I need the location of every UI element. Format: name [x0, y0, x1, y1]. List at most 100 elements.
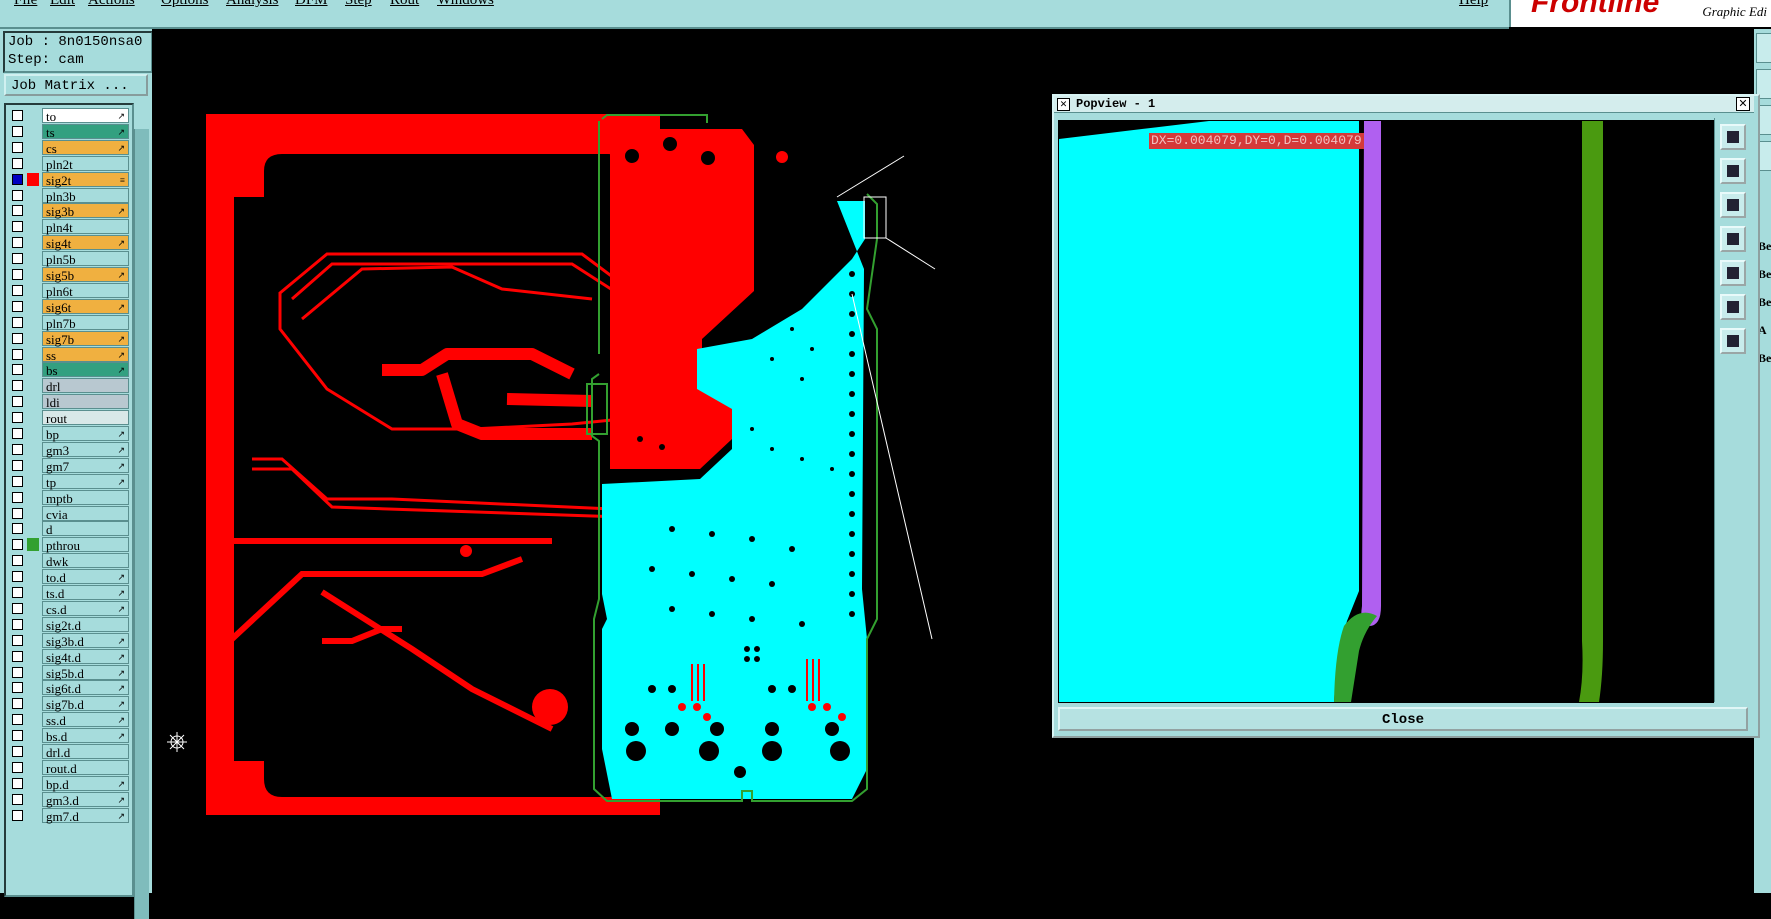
layer-row[interactable]: sig2t.d [6, 616, 129, 633]
layer-name[interactable]: bs.d ↗ [42, 728, 129, 744]
layer-row[interactable]: to.d ↗ [6, 569, 129, 585]
layer-checkbox[interactable] [12, 539, 23, 551]
layer-row[interactable]: bs.d ↗ [6, 728, 129, 744]
layer-row[interactable]: sig7b ↗ [6, 330, 129, 347]
layer-name[interactable]: pln5b [42, 251, 129, 267]
layer-checkbox[interactable] [12, 428, 23, 439]
layer-name[interactable]: gm3 ↗ [42, 441, 129, 458]
zoom-home-icon[interactable] [1720, 192, 1746, 218]
fit-window-icon[interactable] [1720, 294, 1746, 320]
layer-name[interactable]: drl.d [42, 744, 129, 760]
layer-checkbox[interactable] [12, 459, 23, 471]
layer-name[interactable]: sig5b.d ↗ [42, 664, 129, 681]
menu-analysis[interactable]: Analysis [226, 0, 279, 9]
layer-checkbox[interactable] [12, 380, 23, 392]
layer-checkbox[interactable] [12, 284, 23, 296]
layer-row[interactable]: sig6t.d ↗ [6, 680, 129, 696]
zoom-in-icon[interactable] [1720, 124, 1746, 150]
layer-name[interactable]: sig4t ↗ [42, 235, 129, 251]
layer-row[interactable]: rout [6, 410, 129, 426]
menu-edit[interactable]: Edit [50, 0, 75, 9]
layer-checkbox[interactable] [12, 475, 23, 487]
layer-name[interactable]: pln3b [42, 187, 129, 204]
layer-checkbox[interactable] [12, 746, 23, 757]
layer-name[interactable]: sig7b.d ↗ [42, 696, 129, 712]
layer-row[interactable]: cs ↗ [6, 139, 129, 156]
layer-name[interactable]: bs ↗ [42, 362, 129, 378]
layer-checkbox[interactable] [12, 443, 23, 455]
layer-row[interactable]: gm3 ↗ [6, 441, 129, 458]
layer-name[interactable]: d [42, 521, 129, 537]
menu-dfm[interactable]: DFM [295, 0, 328, 9]
layer-name[interactable]: sig3b.d ↗ [42, 632, 129, 649]
layer-row[interactable]: pln2t [6, 155, 129, 172]
layer-checkbox[interactable] [12, 300, 23, 312]
layer-row[interactable]: ss.d ↗ [6, 712, 129, 728]
layer-row[interactable]: pln4t [6, 219, 129, 235]
layer-name[interactable]: pln4t [42, 219, 129, 235]
layer-row[interactable]: sig6t ↗ [6, 298, 129, 315]
layer-checkbox[interactable] [12, 396, 23, 408]
layer-name[interactable]: pln7b [42, 314, 129, 331]
menu-actions[interactable]: Actions [88, 0, 135, 9]
layer-name[interactable]: rout [42, 410, 129, 426]
layer-row[interactable]: sig2t ≡ [6, 171, 129, 188]
layer-row[interactable]: to ↗ [6, 108, 129, 124]
layer-name[interactable]: pln2t [42, 155, 129, 172]
layer-checkbox[interactable] [12, 777, 23, 789]
layer-row[interactable]: sig3b.d ↗ [6, 632, 129, 649]
layer-row[interactable]: cs.d ↗ [6, 600, 129, 617]
layer-name[interactable]: sig6t.d ↗ [42, 680, 129, 696]
popview-close-button[interactable]: Close [1058, 707, 1748, 731]
popview-titlebar[interactable]: ✕ Popview - 1 ✕ [1054, 96, 1754, 113]
layer-checkbox[interactable] [12, 173, 23, 185]
layer-list-scrollbar[interactable] [134, 129, 149, 919]
layer-row[interactable]: ts.d ↗ [6, 585, 129, 601]
layer-checkbox[interactable] [12, 269, 23, 280]
menu-rout[interactable]: Rout [390, 0, 419, 9]
pan-left-icon[interactable] [1720, 226, 1746, 252]
layer-row[interactable]: sig4t ↗ [6, 235, 129, 251]
layer-checkbox[interactable] [12, 253, 23, 265]
layer-name[interactable]: to.d ↗ [42, 569, 129, 585]
fit-profile-icon[interactable] [1720, 328, 1746, 354]
layer-name[interactable]: rout.d [42, 759, 129, 776]
layer-name[interactable]: bp.d ↗ [42, 775, 129, 792]
layer-row[interactable]: pln7b [6, 314, 129, 331]
layer-checkbox[interactable] [12, 110, 23, 121]
side-tool-1[interactable] [1756, 33, 1771, 63]
layer-name[interactable]: cvia [42, 505, 129, 522]
layer-checkbox[interactable] [12, 364, 23, 376]
layer-checkbox[interactable] [12, 809, 23, 821]
menu-file[interactable]: File [14, 0, 37, 9]
layer-name[interactable]: gm7.d ↗ [42, 807, 129, 824]
layer-row[interactable]: cvia [6, 505, 129, 522]
layer-checkbox[interactable] [12, 205, 23, 217]
layer-row[interactable]: gm3.d ↗ [6, 791, 129, 808]
layer-row[interactable]: gm7.d ↗ [6, 807, 129, 824]
layer-row[interactable]: bp.d ↗ [6, 775, 129, 792]
layer-checkbox[interactable] [12, 618, 23, 630]
layer-checkbox[interactable] [12, 141, 23, 153]
pan-right-icon[interactable] [1720, 260, 1746, 286]
layer-row[interactable]: mptb [6, 489, 129, 506]
layer-row[interactable]: ldi [6, 394, 129, 410]
layer-name[interactable]: gm7 ↗ [42, 457, 129, 474]
layer-name[interactable]: dwk [42, 553, 129, 569]
layer-row[interactable]: gm7 ↗ [6, 457, 129, 474]
layer-checkbox[interactable] [12, 666, 23, 678]
layer-row[interactable]: bs ↗ [6, 362, 129, 378]
layer-name[interactable]: drl [42, 378, 129, 394]
menu-step[interactable]: Step [345, 0, 372, 9]
layer-checkbox[interactable] [12, 348, 23, 360]
layer-row[interactable]: bp ↗ [6, 426, 129, 442]
job-matrix-button[interactable]: Job Matrix ... [4, 74, 148, 96]
layer-name[interactable]: sig2t.d [42, 616, 129, 633]
layer-row[interactable]: sig4t.d ↗ [6, 648, 129, 665]
layer-name[interactable]: sig2t ≡ [42, 171, 129, 188]
layer-checkbox[interactable] [12, 507, 23, 519]
layer-name[interactable]: cs ↗ [42, 139, 129, 156]
layer-name[interactable]: bp ↗ [42, 426, 129, 442]
layer-name[interactable]: mptb [42, 489, 129, 506]
layer-name[interactable]: pthrou [42, 537, 129, 553]
